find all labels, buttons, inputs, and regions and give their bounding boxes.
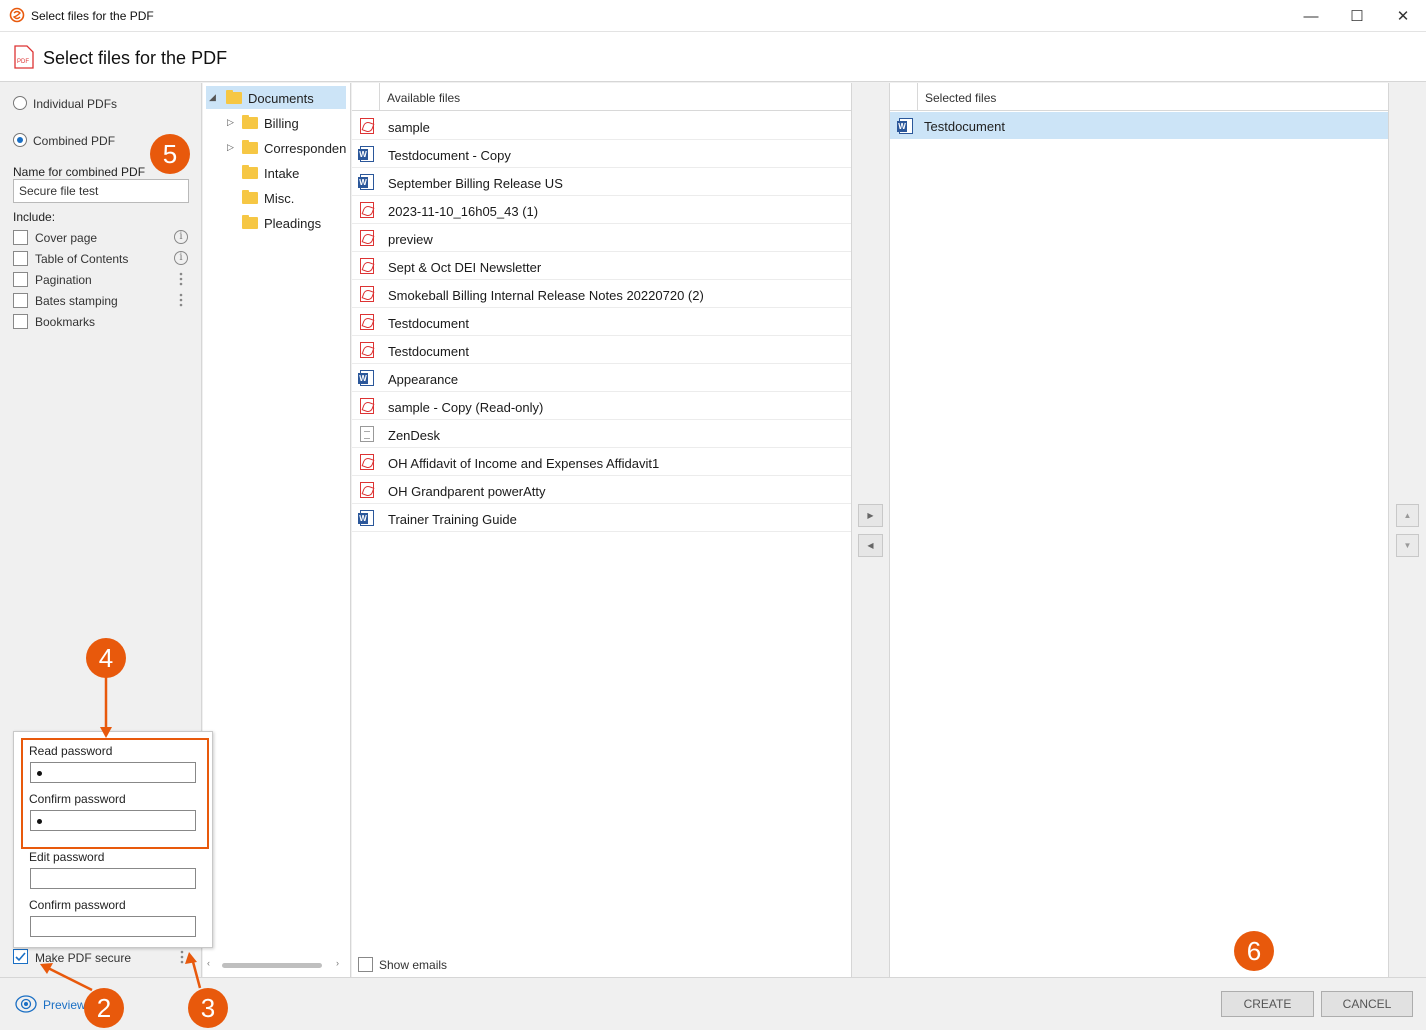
callout-5: 5 — [150, 134, 190, 174]
callout-2: 2 — [84, 988, 124, 1028]
callout-6: 6 — [1234, 931, 1274, 971]
annotation-arrows — [40, 677, 202, 992]
callout-3: 3 — [188, 988, 228, 1028]
callout-4: 4 — [86, 638, 126, 678]
